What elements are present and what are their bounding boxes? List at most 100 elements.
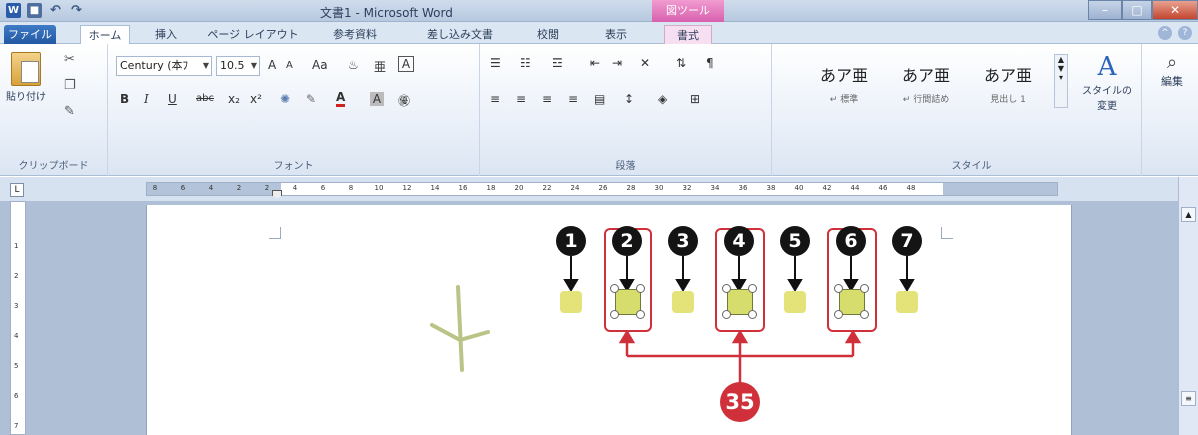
ruler-tick: 16: [458, 184, 468, 192]
document-page[interactable]: [146, 205, 1072, 435]
ruler-tick: 38: [766, 184, 776, 192]
ruler-tick: 10: [374, 184, 384, 192]
close-button[interactable]: ✕: [1152, 0, 1198, 20]
align-right-icon[interactable]: ≡: [542, 92, 552, 106]
text-effects-icon[interactable]: ✺: [280, 92, 290, 106]
highlight-icon[interactable]: ✎: [306, 92, 316, 106]
style-name: ↵ 行間詰め: [902, 95, 950, 105]
distribute-icon[interactable]: ▤: [594, 92, 605, 106]
enclose-char-icon[interactable]: ㊝: [398, 92, 410, 109]
copy-icon[interactable]: ❐: [64, 78, 76, 93]
subscript-button[interactable]: x₂: [228, 92, 240, 106]
font-color-button[interactable]: A: [336, 90, 346, 107]
horizontal-ruler[interactable]: 8 6 4 2 2 4 6 8 10 12 14 16 18 20 22 24 26 28 30 32 34 36 38 40…: [146, 182, 1058, 196]
change-case-button[interactable]: Aa: [312, 58, 328, 72]
font-group-label: フォント: [273, 161, 314, 172]
ribbon-tabs: ファイル ホーム 挿入 ページ レイアウト 参考資料 差し込み文書 校閲 表示 …: [0, 22, 1198, 44]
font-name-value: Century (本ﾌ: [120, 59, 189, 72]
multilevel-list-icon[interactable]: ☲: [552, 56, 563, 70]
maximize-button[interactable]: □: [1122, 0, 1152, 20]
style-preview: あア亜: [983, 66, 1032, 85]
paste-button[interactable]: 貼り付け: [6, 52, 46, 103]
asian-layout-icon[interactable]: ✕: [640, 56, 650, 70]
chevron-down-icon: ▼: [250, 61, 257, 70]
tab-file[interactable]: ファイル: [4, 25, 56, 44]
underline-button[interactable]: U: [168, 92, 177, 106]
style-no-spacing[interactable]: あア亜 ↵ 行間詰め: [890, 54, 962, 108]
title-bar: W ■ ↶ ↷ 文書1 - Microsoft Word 図ツール – □ ✕: [0, 0, 1198, 22]
tab-home[interactable]: ホーム: [80, 25, 130, 44]
tab-references[interactable]: 参考資料: [322, 25, 388, 44]
font-group: Century (本ﾌ ▼ 10.5 ▼ A A Aa ♨ 亜 A B I U …: [108, 44, 480, 176]
align-center-icon[interactable]: ≡: [516, 92, 526, 106]
ribbon-minimize-icon[interactable]: ^: [1158, 26, 1172, 40]
vertical-ruler[interactable]: 1 2 3 4 5 6 7: [10, 201, 26, 435]
change-styles-button[interactable]: A スタイルの変更: [1078, 52, 1136, 112]
left-margin-region: [147, 183, 281, 195]
ruler-tick: 2: [264, 184, 270, 192]
ruler-tick: 42: [822, 184, 832, 192]
bullets-icon[interactable]: ☰: [490, 56, 501, 70]
superscript-button[interactable]: x²: [250, 92, 262, 106]
tab-page-layout[interactable]: ページ レイアウト: [198, 25, 308, 44]
undo-icon[interactable]: ↶: [48, 3, 63, 18]
clipboard-group-label: クリップボード: [18, 161, 89, 172]
ruler-tick: 32: [682, 184, 692, 192]
styles-scroll[interactable]: ▲ ▼ ▾: [1054, 54, 1068, 108]
quick-access-toolbar: W ■ ↶ ↷: [6, 3, 84, 18]
picture-tools-label: 図ツール: [652, 0, 724, 22]
editing-button[interactable]: ⌕ 編集: [1150, 52, 1194, 89]
decrease-indent-icon[interactable]: ⇤: [590, 56, 600, 70]
tab-format[interactable]: 書式: [664, 25, 712, 44]
grow-font-button[interactable]: A: [268, 58, 276, 72]
vertical-ruler-tick: 6: [14, 392, 19, 400]
binoculars-icon: ⌕: [1166, 52, 1178, 73]
justify-icon[interactable]: ≡: [568, 92, 578, 106]
italic-button[interactable]: I: [144, 92, 149, 106]
scroll-split-button[interactable]: ≡: [1181, 391, 1196, 406]
tab-selector[interactable]: L: [10, 183, 24, 197]
char-border-icon[interactable]: A: [398, 56, 414, 72]
show-marks-icon[interactable]: ¶: [706, 56, 714, 70]
increase-indent-icon[interactable]: ⇥: [612, 56, 622, 70]
tab-mailings[interactable]: 差し込み文書: [412, 25, 508, 44]
align-left-icon[interactable]: ≡: [490, 92, 500, 106]
phonetic-guide-icon[interactable]: 亜: [374, 58, 386, 75]
paste-label: 貼り付け: [6, 92, 46, 103]
shading-icon[interactable]: ◈: [658, 92, 667, 106]
shrink-font-button[interactable]: A: [286, 60, 293, 71]
font-size-value: 10.5: [220, 59, 245, 72]
sort-icon[interactable]: ⇅: [676, 56, 686, 70]
ribbon: 貼り付け ✂ ❐ ✎ クリップボード Century (本ﾌ ▼ 10.5 ▼ …: [0, 44, 1198, 176]
ruler-tick: 28: [626, 184, 636, 192]
redo-icon[interactable]: ↷: [69, 3, 84, 18]
vertical-scrollbar[interactable]: ▲ ≡: [1178, 177, 1198, 435]
minimize-button[interactable]: –: [1088, 0, 1122, 20]
ruler-tick: 12: [402, 184, 412, 192]
tab-insert[interactable]: 挿入: [146, 25, 186, 44]
line-spacing-icon[interactable]: ↕: [624, 92, 634, 106]
format-painter-icon[interactable]: ✎: [64, 104, 75, 119]
char-shading-icon[interactable]: A: [370, 92, 384, 106]
tab-view[interactable]: 表示: [592, 25, 640, 44]
numbering-icon[interactable]: ☷: [520, 56, 531, 70]
scroll-up-button[interactable]: ▲: [1181, 207, 1196, 222]
clear-format-icon[interactable]: ♨: [348, 58, 359, 72]
borders-icon[interactable]: ⊞: [690, 92, 700, 106]
change-styles-icon: A: [1097, 52, 1117, 82]
cut-icon[interactable]: ✂: [64, 52, 75, 67]
help-icon[interactable]: ?: [1178, 26, 1192, 40]
ruler-tick: 18: [486, 184, 496, 192]
word-app-icon[interactable]: W: [6, 3, 21, 18]
vertical-ruler-tick: 7: [14, 422, 19, 430]
style-normal[interactable]: あア亜 ↵ 標準: [808, 54, 880, 108]
margin-corner-mark: [941, 227, 953, 239]
ruler-tick: 4: [292, 184, 298, 192]
strikethrough-button[interactable]: abc: [196, 93, 214, 104]
font-name-combo[interactable]: Century (本ﾌ ▼: [116, 56, 212, 76]
save-icon[interactable]: ■: [27, 3, 42, 18]
font-size-combo[interactable]: 10.5 ▼: [216, 56, 260, 76]
tab-review[interactable]: 校閲: [528, 25, 568, 44]
style-heading-1[interactable]: あア亜 見出し 1: [972, 54, 1044, 108]
bold-button[interactable]: B: [120, 92, 129, 106]
